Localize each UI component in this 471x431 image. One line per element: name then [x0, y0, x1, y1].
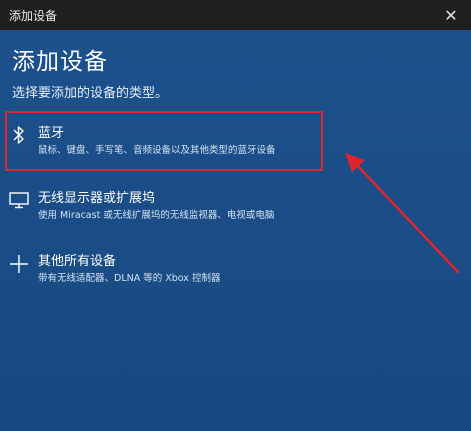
monitor-icon [8, 189, 30, 211]
highlight-box [5, 111, 323, 171]
option-title: 其他所有设备 [38, 254, 117, 269]
plus-icon [8, 253, 30, 275]
title-bar: 添加设备 ✕ [0, 0, 471, 30]
close-button[interactable]: ✕ [431, 0, 471, 30]
page-subtitle: 选择要添加的设备的类型。 [12, 86, 169, 101]
page-title: 添加设备 [12, 49, 108, 75]
option-title: 无线显示器或扩展坞 [38, 191, 156, 206]
close-icon: ✕ [444, 5, 458, 25]
option-description: 使用 Miracast 或无线扩展坞的无线监视器、电视或电脑 [38, 210, 275, 221]
option-wireless-display[interactable]: 无线显示器或扩展坞 使用 Miracast 或无线扩展坞的无线监视器、电视或电脑 [0, 183, 471, 227]
option-everything-else[interactable]: 其他所有设备 带有无线适配器、DLNA 等的 Xbox 控制器 [0, 246, 471, 290]
add-device-window: 添加设备 ✕ 添加设备 选择要添加的设备的类型。 蓝牙 鼠标、键盘、手写笔、音频… [0, 0, 471, 431]
window-title: 添加设备 [9, 9, 58, 23]
option-description: 带有无线适配器、DLNA 等的 Xbox 控制器 [38, 273, 221, 284]
